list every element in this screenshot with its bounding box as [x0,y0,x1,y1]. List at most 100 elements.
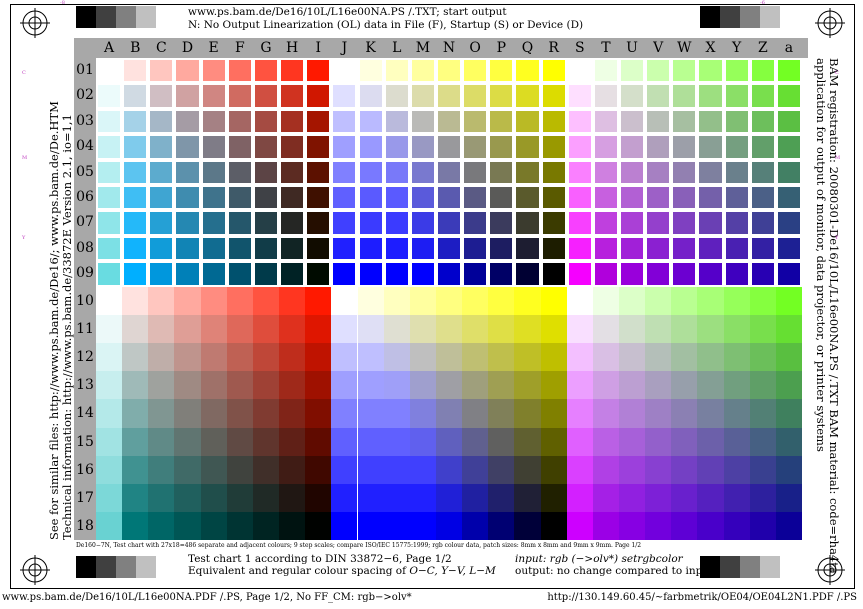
colour-patch [411,110,434,133]
gray-scale-top-left [76,6,176,32]
colour-patch [305,314,332,343]
colour-patch [357,455,384,484]
colour-patch [357,484,384,513]
colour-patch [383,286,410,315]
colour-patch [464,110,487,133]
colour-patch [305,286,332,315]
colour-patch [751,263,774,285]
colour-patch [124,110,147,133]
colour-patch [333,237,356,260]
colour-patch [124,85,147,107]
colour-patch [697,484,724,513]
right-text-line-2: application for output of monitor, data … [814,58,828,452]
colour-patch [749,343,776,372]
colour-patch [514,314,541,343]
registration-mark-top-right [815,8,845,38]
colour-patch [122,455,149,484]
row-header: 07 [76,214,94,231]
column-header: E [208,40,219,56]
colour-patch [122,286,149,315]
colour-patch [540,455,567,484]
colour-patch [749,371,776,400]
colour-patch [174,371,201,400]
colour-patch [174,399,201,428]
colour-patch [566,371,593,400]
colour-patch [305,343,332,372]
colour-patch [594,85,617,107]
footer-title-line-1: Test chart 1 according to DIN 33872−6, P… [188,553,452,565]
row-header: 10 [76,292,94,309]
colour-patch [96,286,123,315]
colour-patch [725,60,748,82]
colour-patch [645,314,672,343]
colour-patch [228,212,251,234]
colour-patch [200,343,227,372]
colour-patch [568,187,591,209]
colour-patch [566,512,593,541]
gray-step [96,556,116,578]
colour-patch [673,212,696,234]
colour-patch [124,161,147,183]
colour-patch [359,161,382,183]
colour-patch [725,161,748,183]
edge-mark-yellow-left: Y [22,235,26,241]
colour-patch [333,60,356,82]
colour-patch [488,343,515,372]
colour-patch [411,161,434,183]
colour-patch [540,512,567,541]
colour-patch [333,263,356,285]
colour-patch [490,161,513,183]
colour-patch [723,427,750,456]
colour-patch [409,455,436,484]
colour-patch [749,314,776,343]
colour-patch [254,60,278,82]
colour-patch [176,60,199,82]
colour-patch [411,237,434,260]
colour-patch [307,110,330,133]
colour-patch [148,512,175,541]
colour-patch [437,187,461,209]
colour-patch [202,60,225,82]
gray-step [96,6,116,28]
colour-patch [671,455,698,484]
colour-patch [202,161,225,183]
column-header: W [677,40,692,56]
colour-patch [435,455,463,484]
colour-patch [252,399,280,428]
colour-patch [488,512,515,541]
footer-output-text: output: no change compared to input [515,565,714,577]
colour-patch [331,455,358,484]
colour-patch [254,110,278,133]
colour-patch [462,371,489,400]
colour-patch [723,314,750,343]
footer-title-2-italic: O−C, Y−V, L−M [409,565,496,577]
colour-patch [435,512,463,541]
colour-patch [148,455,175,484]
colour-patch [699,85,722,107]
colour-patch [122,371,149,400]
gray-step [116,6,136,28]
colour-patch [777,136,801,158]
colour-patch [568,110,591,133]
colour-patch [411,85,434,107]
colour-patch [594,60,617,82]
colour-patch [462,286,489,315]
colour-patch [383,427,410,456]
column-header: J [341,40,348,56]
colour-patch [490,212,513,234]
row-header: 02 [76,87,94,104]
colour-patch [540,286,567,315]
column-header: Y [732,40,742,56]
colour-patch [488,427,515,456]
colour-patch [673,187,696,209]
colour-patch [357,343,384,372]
colour-patch [333,136,356,158]
colour-patch [516,237,539,260]
colour-patch [645,371,672,400]
gray-step [76,6,96,28]
colour-patch [96,484,123,513]
gray-step [76,556,96,578]
left-vertical-text: See for similar files: http://www.ps.bam… [47,101,74,540]
colour-patch [228,85,251,107]
colour-patch [542,237,565,260]
